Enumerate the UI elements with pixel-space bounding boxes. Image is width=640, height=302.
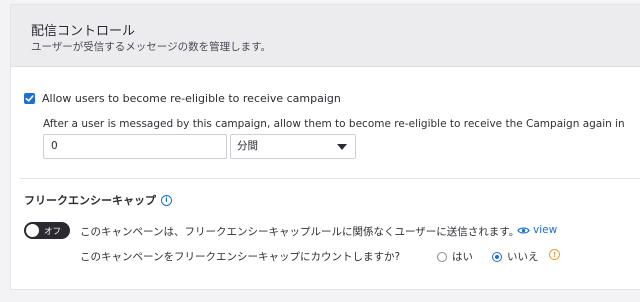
check-icon — [25, 95, 34, 102]
reeligible-number-input[interactable]: 0 — [43, 134, 227, 159]
frequency-cap-title-row: フリークエンシーキャップ i — [24, 192, 172, 208]
warning-icon[interactable]: ! — [549, 249, 560, 260]
radio-no-indicator[interactable] — [492, 251, 502, 262]
radio-yes[interactable]: はい — [437, 249, 473, 264]
frequency-cap-status-text: このキャンペーンは、フリークエンシーキャップルールに関係なくユーザーに送信されま… — [80, 226, 520, 238]
reeligible-unit-select[interactable]: 分間 — [230, 134, 356, 159]
frequency-cap-toggle[interactable]: オフ — [24, 222, 70, 239]
caret-down-icon — [337, 144, 347, 150]
radio-no-label: いいえ — [507, 251, 539, 263]
frequency-cap-title: フリークエンシーキャップ — [24, 194, 156, 207]
page-title: 配信コントロール — [31, 24, 136, 39]
info-icon[interactable]: i — [161, 194, 172, 206]
view-link-label: view — [533, 224, 558, 236]
radio-yes-indicator[interactable] — [437, 251, 447, 262]
count-question-text: このキャンペーンをフリークエンシーキャップにカウントしますか? — [80, 251, 401, 263]
radio-yes-label: はい — [452, 251, 473, 263]
reeligible-checkbox-label: Allow users to become re-eligible to rec… — [42, 92, 341, 105]
toggle-label: オフ — [44, 227, 62, 237]
section-divider — [20, 178, 640, 179]
page-subtitle: ユーザーが受信するメッセージの数を管理します。 — [31, 41, 272, 53]
eye-icon — [517, 226, 530, 234]
unit-select-value: 分間 — [237, 140, 258, 152]
reeligible-checkbox[interactable] — [24, 93, 35, 104]
card-header: 配信コントロール ユーザーが受信するメッセージの数を管理します。 — [11, 5, 640, 67]
toggle-knob — [26, 224, 39, 237]
view-link[interactable]: view — [517, 224, 557, 236]
radio-no[interactable]: いいえ — [492, 249, 539, 264]
reeligible-description: After a user is messaged by this campaig… — [43, 118, 625, 130]
reeligible-checkbox-row[interactable]: Allow users to become re-eligible to rec… — [24, 92, 341, 105]
